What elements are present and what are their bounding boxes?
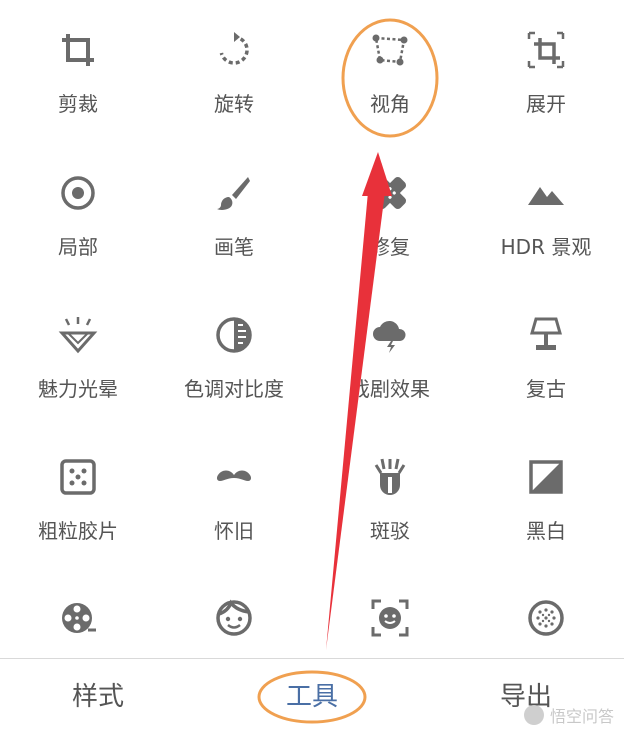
face-pose-icon: [370, 598, 410, 638]
tool-perspective[interactable]: 视角: [312, 0, 468, 130]
vintage-icon: [526, 315, 566, 355]
tool-label: HDR 景观: [500, 235, 592, 259]
watermark-logo-icon: [523, 705, 544, 725]
tool-label: 复古: [526, 377, 566, 401]
tools-grid: 剪裁 旋转 视角 展开 局部 画笔 修复 HDR 景观 魅力光晕 色调对比度 戏…: [0, 0, 624, 658]
expand-icon: [526, 30, 566, 70]
tool-label: 展开: [526, 92, 566, 116]
tool-label: 戏剧效果: [350, 377, 430, 401]
tool-healing[interactable]: 修复: [312, 143, 468, 273]
tool-retrolux[interactable]: 怀旧: [156, 427, 312, 557]
tool-rotate[interactable]: 旋转: [156, 0, 312, 130]
tool-label: 视角: [370, 92, 410, 116]
tool-expand[interactable]: 展开: [468, 0, 624, 130]
healing-icon: [370, 173, 410, 213]
tool-label: 剪裁: [58, 92, 98, 116]
film-reel-icon: [58, 598, 98, 638]
tool-label: 色调对比度: [184, 377, 284, 401]
face-icon: [214, 598, 254, 638]
tool-vintage[interactable]: 复古: [468, 285, 624, 415]
rotate-icon: [214, 30, 254, 70]
black-white-icon: [526, 457, 566, 497]
tool-label: 旋转: [214, 92, 254, 116]
selective-icon: [58, 173, 98, 213]
tool-grainy-film[interactable]: 粗粒胶片: [0, 427, 156, 557]
tool-label: 局部: [58, 235, 98, 259]
tool-black-white[interactable]: 黑白: [468, 427, 624, 557]
grunge-icon: [370, 457, 410, 497]
tool-drama[interactable]: 戏剧效果: [312, 285, 468, 415]
tool-tonal-contrast[interactable]: 色调对比度: [156, 285, 312, 415]
brush-icon: [214, 173, 254, 213]
hdr-icon: [526, 173, 566, 213]
tool-label: 修复: [370, 235, 410, 259]
watermark-text: 悟空问答: [549, 707, 614, 726]
tool-label: 画笔: [214, 235, 254, 259]
perspective-icon: [370, 30, 410, 70]
tool-selective[interactable]: 局部: [0, 143, 156, 273]
tool-label: 粗粒胶片: [38, 519, 118, 543]
tool-label: 黑白: [526, 519, 566, 543]
tool-glamour-glow[interactable]: 魅力光晕: [0, 285, 156, 415]
watermark: 悟空问答: [523, 703, 614, 727]
tab-styles[interactable]: 样式: [48, 677, 148, 717]
retrolux-icon: [214, 457, 254, 497]
tool-crop[interactable]: 剪裁: [0, 0, 156, 130]
tool-hdr[interactable]: HDR 景观: [468, 143, 624, 273]
double-exposure-icon: [526, 598, 566, 638]
crop-icon: [58, 30, 98, 70]
bottom-tab-bar: 样式 工具 导出 悟空问答: [0, 658, 624, 735]
grainy-film-icon: [58, 457, 98, 497]
tool-label: 斑驳: [370, 519, 410, 543]
tool-label: 魅力光晕: [38, 377, 118, 401]
tool-brush[interactable]: 画笔: [156, 143, 312, 273]
drama-icon: [370, 315, 410, 355]
tab-tools[interactable]: 工具: [262, 677, 362, 717]
tool-label: 怀旧: [214, 519, 254, 543]
tonal-contrast-icon: [214, 315, 254, 355]
glamour-glow-icon: [58, 315, 98, 355]
tool-grunge[interactable]: 斑驳: [312, 427, 468, 557]
